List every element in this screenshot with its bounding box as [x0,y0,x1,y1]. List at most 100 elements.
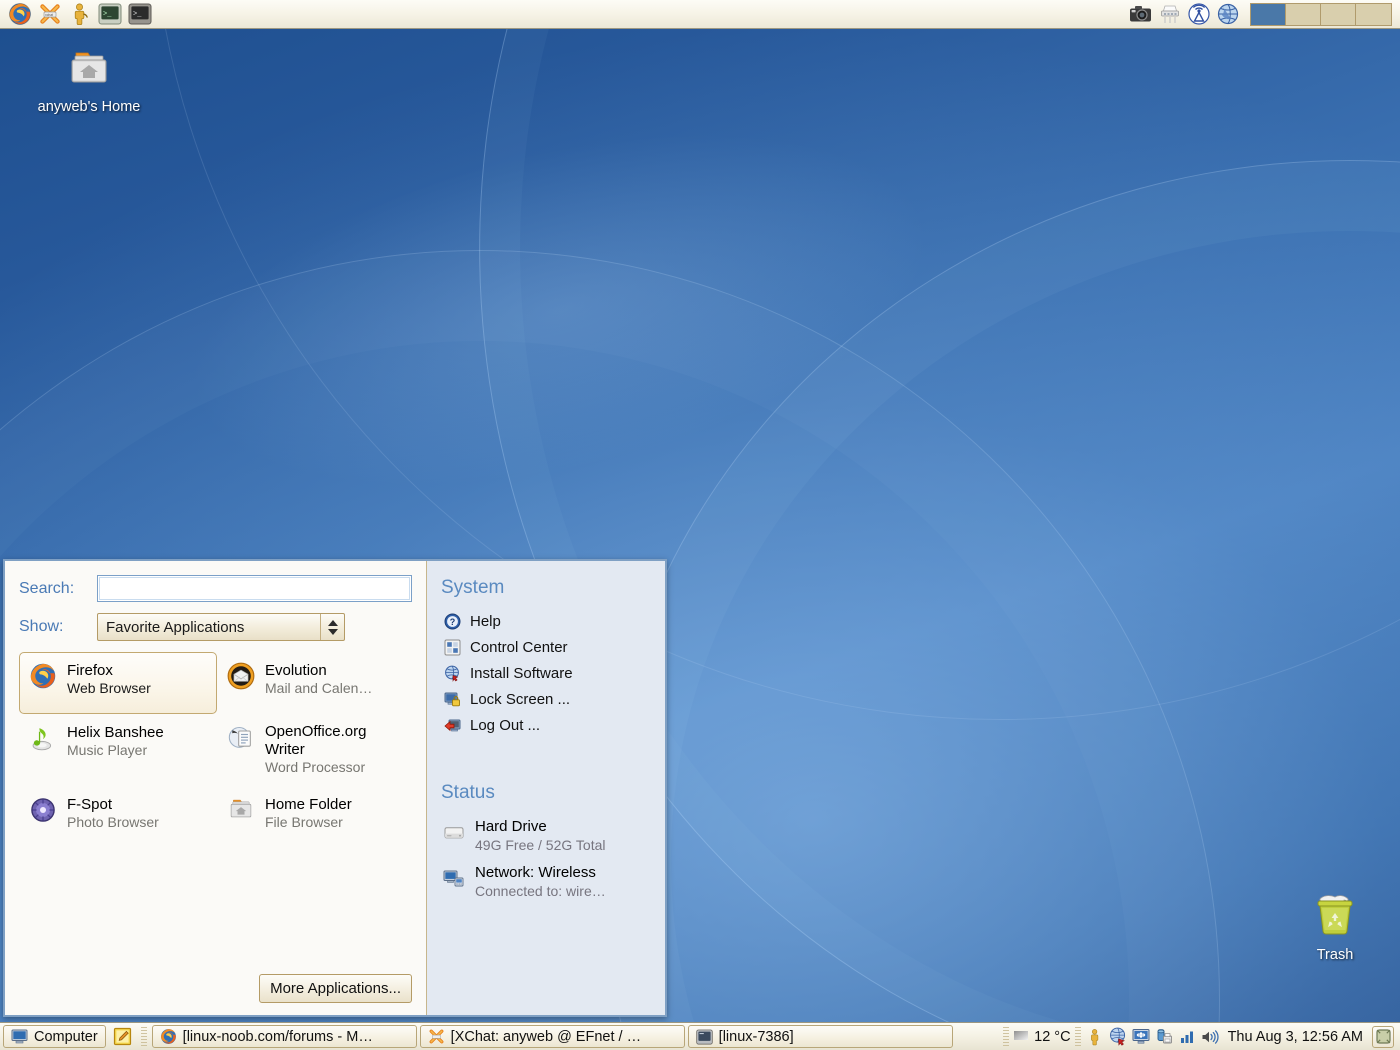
install-software-icon [443,664,461,682]
app-home-folder-subtitle: File Browser [265,814,352,832]
system-item-install-software-label: Install Software [470,665,573,682]
pidgin-person-icon [68,2,92,26]
pidgin-person-icon [1086,1028,1104,1046]
app-fspot-subtitle: Photo Browser [67,814,159,832]
globe-network-icon [1217,3,1239,25]
computer-menu-button[interactable]: Computer [3,1025,106,1048]
system-item-lock-screen[interactable]: Lock Screen ... [441,686,651,712]
app-home-folder-title: Home Folder [265,795,352,814]
system-item-log-out[interactable]: Log Out ... [441,712,651,738]
signal-bars-icon [1179,1029,1196,1044]
tray-pidgin[interactable] [1085,1026,1106,1047]
globe-red-arrow-icon [1109,1027,1128,1046]
more-applications-button[interactable]: More Applications... [259,974,412,1003]
display-settings-icon [1132,1028,1150,1045]
search-input[interactable] [97,575,412,602]
system-item-install-software[interactable]: Install Software [441,660,651,686]
network-tray-icon[interactable] [1215,2,1241,27]
status-section: Status Hard Drive 49G Free / 52G Total [441,782,651,906]
app-firefox-subtitle: Web Browser [67,680,151,698]
home-folder-desktop-icon[interactable]: anyweb's Home [24,48,154,115]
pidgin-launcher[interactable] [66,1,94,27]
taskbar-window-firefox-label: [linux-noob.com/forums - M… [183,1029,373,1045]
show-filter-dropdown[interactable]: Favorite Applications [97,613,345,641]
app-evolution-title: Evolution [265,661,372,680]
network-icon [443,867,465,889]
show-filter-value: Favorite Applications [98,619,244,636]
xchat-launcher[interactable]: xchat [36,1,64,27]
app-f-spot[interactable]: F-Spot Photo Browser [19,786,217,848]
app-fspot-title: F-Spot [67,795,159,814]
app-evolution[interactable]: Evolution Mail and Calen… [217,652,415,714]
main-menu-left-column: Search: Show: Favorite Applications [5,561,427,1015]
taskbar-window-firefox[interactable]: [linux-noob.com/forums - M… [152,1025,417,1048]
system-item-control-center-label: Control Center [470,639,568,656]
search-label: Search: [19,580,97,598]
taskbar-window-xchat[interactable]: [XChat: anyweb @ EFnet / … [420,1025,685,1048]
weather-applet[interactable]: 12 °C [1013,1028,1070,1046]
tray-display[interactable] [1131,1026,1152,1047]
trash-desktop-icon[interactable]: Trash [1270,888,1400,963]
workspace-1[interactable] [1251,4,1286,25]
top-panel: xchat >_ >_ [0,0,1400,29]
svg-text:>_: >_ [133,11,142,19]
panel-grip[interactable] [141,1027,147,1047]
app-firefox[interactable]: Firefox Web Browser [19,652,217,714]
tray-grip-left[interactable] [1003,1027,1009,1047]
favorite-applications-grid: Firefox Web Browser Evolution Ma [19,652,412,848]
taskbar-window-terminal-label: [linux-7386] [719,1029,794,1045]
trash-desktop-label: Trash [1270,947,1400,963]
tray-network-globe[interactable] [1108,1026,1129,1047]
workspace-3[interactable] [1321,4,1356,25]
search-row: Search: [19,575,412,602]
status-section-title: Status [441,782,651,804]
wireless-tray-icon[interactable] [1186,2,1212,27]
weather-temperature: 12 °C [1034,1029,1070,1045]
terminal-green-icon: >_ [98,3,122,25]
notes-launcher[interactable] [109,1025,136,1048]
tray-volume[interactable] [1200,1026,1221,1047]
status-network-subtitle: Connected to: wire… [475,883,606,901]
control-center-icon [443,638,461,656]
tray-printer[interactable] [1154,1026,1175,1047]
status-item-network[interactable]: Network: Wireless Connected to: wire… [441,859,651,905]
app-writer-subtitle: Word Processor [265,759,405,777]
system-item-help[interactable]: ? Help [441,608,651,634]
printer-icon [1155,1028,1173,1045]
app-openoffice-writer[interactable]: OpenOffice.org Writer Word Processor [217,714,415,786]
taskbar-window-terminal[interactable]: [linux-7386] [688,1025,953,1048]
system-item-control-center[interactable]: Control Center [441,634,651,660]
app-writer-title: OpenOffice.org Writer [265,723,406,759]
svg-text:?: ? [449,617,455,627]
banshee-icon [28,723,58,753]
home-folder-desktop-label: anyweb's Home [24,99,154,115]
workspace-switcher[interactable] [1250,3,1392,26]
screenshot-tray-icon[interactable] [1128,2,1154,27]
chevron-updown-icon [320,614,344,640]
workspace-4[interactable] [1356,4,1391,25]
status-network-title: Network: Wireless [475,864,606,883]
app-home-folder[interactable]: Home Folder File Browser [217,786,415,848]
lock-screen-icon [443,690,461,708]
show-label: Show: [19,618,97,636]
firefox-launcher[interactable] [6,1,34,27]
taskbar-window-xchat-label: [XChat: anyweb @ EFnet / … [451,1029,641,1045]
clock-applet[interactable]: Thu Aug 3, 12:56 AM [1223,1029,1370,1045]
app-helix-banshee[interactable]: Helix Banshee Music Player [19,714,217,786]
status-hard-drive-title: Hard Drive [475,818,605,837]
tray-signal[interactable] [1177,1026,1198,1047]
xchat-icon [428,1028,445,1045]
app-banshee-title: Helix Banshee [67,723,164,742]
status-item-hard-drive[interactable]: Hard Drive 49G Free / 52G Total [441,813,651,859]
home-folder-icon [65,48,113,92]
workspace-2[interactable] [1286,4,1321,25]
tray-grip-right[interactable] [1075,1027,1081,1047]
shredder-tray-icon[interactable] [1157,2,1183,27]
terminal-launcher[interactable]: >_ [96,1,124,27]
status-hard-drive-subtitle: 49G Free / 52G Total [475,837,605,855]
log-out-icon [443,716,461,734]
show-desktop-button[interactable] [1372,1026,1394,1048]
panel-launchers: xchat >_ >_ [0,1,154,27]
trash-icon [1305,888,1365,940]
terminal2-launcher[interactable]: >_ [126,1,154,27]
